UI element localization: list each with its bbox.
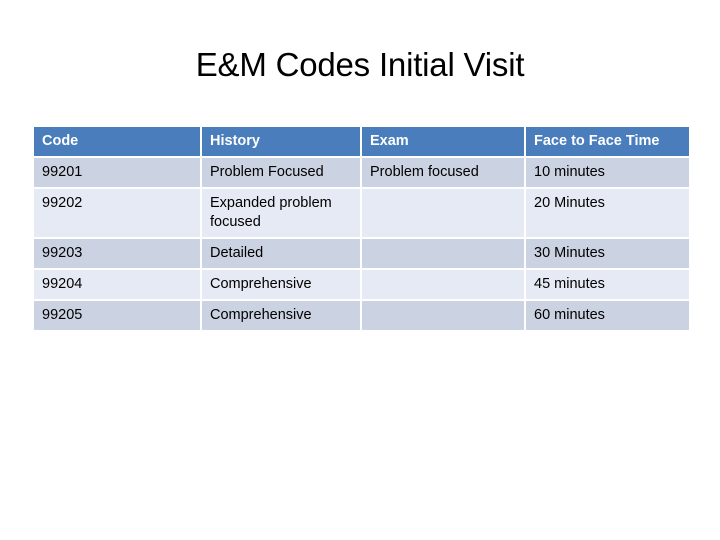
- cell-history: Comprehensive: [202, 270, 360, 299]
- cell-exam: [362, 301, 524, 330]
- cell-code: 99202: [34, 189, 200, 237]
- table-row: 99205 Comprehensive 60 minutes: [34, 301, 689, 330]
- cell-time: 10 minutes: [526, 158, 689, 187]
- page-title: E&M Codes Initial Visit: [195, 46, 525, 83]
- cell-time: 30 Minutes: [526, 239, 689, 268]
- table-row: 99203 Detailed 30 Minutes: [34, 239, 689, 268]
- column-header-history: History: [202, 127, 360, 156]
- cell-history: Comprehensive: [202, 301, 360, 330]
- table-header-row: Code History Exam Face to Face Time: [34, 127, 689, 156]
- cell-exam: [362, 270, 524, 299]
- column-header-exam: Exam: [362, 127, 524, 156]
- cell-history: Detailed: [202, 239, 360, 268]
- table-header: Code History Exam Face to Face Time: [34, 127, 689, 156]
- cell-code: 99203: [34, 239, 200, 268]
- cell-exam: Problem focused: [362, 158, 524, 187]
- cell-history: Expanded problem focused: [202, 189, 360, 237]
- cell-exam: [362, 239, 524, 268]
- table-row: 99204 Comprehensive 45 minutes: [34, 270, 689, 299]
- cell-time: 20 Minutes: [526, 189, 689, 237]
- cell-exam: [362, 189, 524, 237]
- cell-code: 99205: [34, 301, 200, 330]
- column-header-code: Code: [34, 127, 200, 156]
- table-row: 99201 Problem Focused Problem focused 10…: [34, 158, 689, 187]
- cell-code: 99204: [34, 270, 200, 299]
- cell-time: 60 minutes: [526, 301, 689, 330]
- em-codes-table: Code History Exam Face to Face Time 9920…: [32, 125, 691, 332]
- table-body: 99201 Problem Focused Problem focused 10…: [34, 158, 689, 330]
- slide-canvas: E&M Codes Initial Visit Code History Exa…: [0, 0, 720, 540]
- cell-history: Problem Focused: [202, 158, 360, 187]
- table-row: 99202 Expanded problem focused 20 Minute…: [34, 189, 689, 237]
- cell-code: 99201: [34, 158, 200, 187]
- column-header-time: Face to Face Time: [526, 127, 689, 156]
- em-codes-table-container: Code History Exam Face to Face Time 9920…: [34, 127, 689, 330]
- cell-time: 45 minutes: [526, 270, 689, 299]
